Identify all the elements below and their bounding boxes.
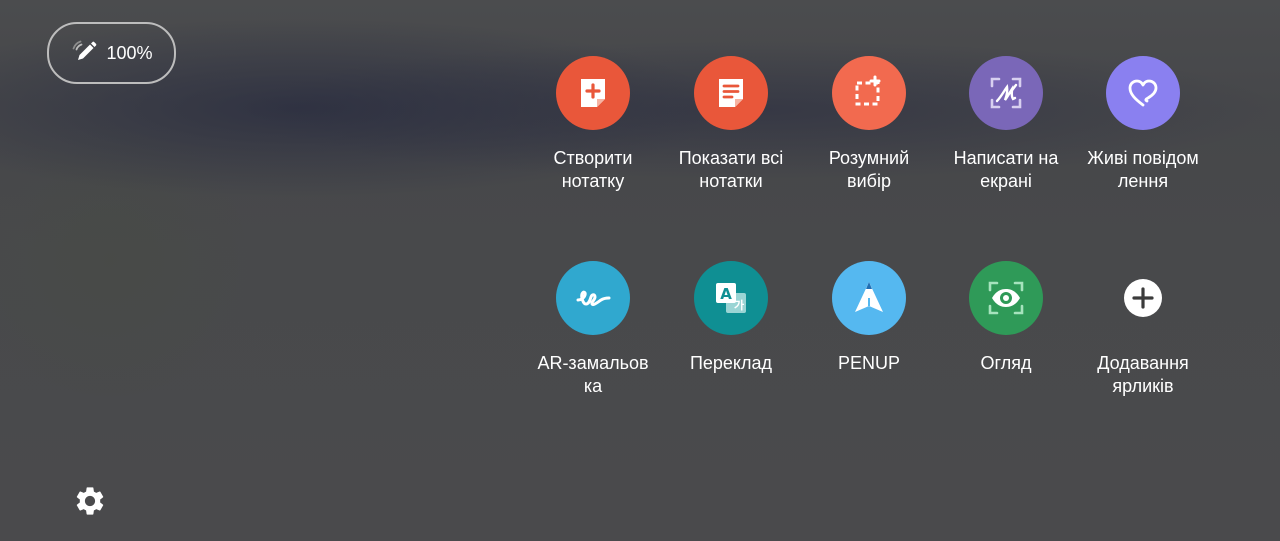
shortcut-label: Створити нотатку [553, 148, 633, 191]
shortcut-view-all-notes[interactable]: Показати всі нотатки [661, 56, 801, 193]
live-message-icon [1106, 56, 1180, 130]
shortcut-smart-select[interactable]: Розумний вибір [799, 56, 939, 193]
shortcut-label: Показати всі нотатки [678, 148, 784, 191]
shortcut-glance[interactable]: Огляд [936, 261, 1076, 375]
shortcut-label: Живі повідом лення [1087, 148, 1199, 191]
shortcut-label: Додавання ярликів [1097, 353, 1189, 396]
translate-icon: A 가 [694, 261, 768, 335]
shortcut-label: PENUP [837, 353, 900, 373]
shortcut-penup[interactable]: PENUP [799, 261, 939, 375]
shortcut-create-note[interactable]: Створити нотатку [523, 56, 663, 193]
shortcut-label: Написати на екрані [953, 148, 1059, 191]
shortcut-add-shortcut[interactable]: Додавання ярликів [1073, 261, 1213, 398]
glance-eye-icon [969, 261, 1043, 335]
view-all-notes-icon [694, 56, 768, 130]
pen-battery-badge[interactable]: 100% [47, 22, 176, 84]
screen-write-icon [969, 56, 1043, 130]
gear-icon[interactable] [73, 484, 107, 518]
svg-text:A: A [720, 285, 732, 303]
penup-icon [832, 261, 906, 335]
pen-battery-level: 100% [106, 42, 153, 63]
smart-select-icon [832, 56, 906, 130]
svg-text:가: 가 [734, 298, 744, 312]
create-note-icon [556, 56, 630, 130]
shortcut-label: AR-замальов ка [537, 353, 649, 396]
add-shortcut-icon [1106, 261, 1180, 335]
shortcut-label: Огляд [980, 353, 1032, 373]
shortcut-screen-write[interactable]: Написати на екрані [936, 56, 1076, 193]
ar-doodle-icon [556, 261, 630, 335]
shortcut-live-message[interactable]: Живі повідом лення [1073, 56, 1213, 193]
shortcut-ar-doodle[interactable]: AR-замальов ка [523, 261, 663, 398]
pen-icon [73, 40, 97, 60]
shortcut-translate[interactable]: A 가 Переклад [661, 261, 801, 375]
shortcut-label: Розумний вибір [828, 148, 910, 191]
shortcut-label: Переклад [689, 353, 773, 373]
